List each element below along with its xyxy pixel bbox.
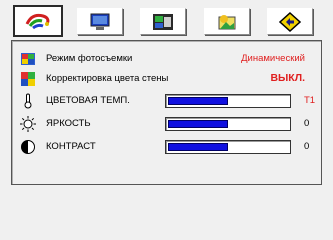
- photo-mode-row[interactable]: Режим фотосъемки Динамический: [12, 49, 323, 69]
- contrast-label: КОНТРАСТ: [46, 141, 96, 152]
- color-swirl-icon: [25, 13, 50, 30]
- brightness-slider-fill: [168, 120, 228, 128]
- sun-icon: [20, 116, 36, 132]
- tab-setup[interactable]: [140, 8, 186, 35]
- tab-picture[interactable]: [204, 8, 250, 35]
- tab-color[interactable]: [13, 5, 63, 37]
- wall-color-label: Корректировка цвета стены: [46, 73, 169, 84]
- brightness-slider[interactable]: [165, 117, 291, 131]
- photo-mode-value: Динамический: [241, 53, 305, 64]
- menu-tabs: [11, 2, 324, 39]
- contrast-slider-fill: [168, 143, 228, 151]
- wall-color-value: ВЫКЛ.: [270, 72, 305, 84]
- color-temp-row[interactable]: ЦВЕТОВАЯ ТЕМП. T1: [12, 91, 323, 111]
- monitor-icon: [90, 13, 110, 30]
- brightness-value: 0: [304, 118, 310, 129]
- tab-info[interactable]: [267, 8, 313, 35]
- color-temp-label: ЦВЕТОВАЯ ТЕМП.: [46, 95, 130, 106]
- thermometer-icon: [24, 93, 32, 109]
- color-temp-value: T1: [304, 95, 316, 106]
- color-temp-slider-fill: [168, 97, 228, 105]
- photo-mode-label: Режим фотосъемки: [46, 53, 133, 64]
- picture-settings-panel: Режим фотосъемки Динамический Корректиро…: [11, 40, 322, 185]
- tab-display[interactable]: [77, 8, 123, 35]
- wall-color-row[interactable]: Корректировка цвета стены ВЫКЛ.: [12, 69, 323, 89]
- contrast-slider[interactable]: [165, 140, 291, 154]
- contrast-icon: [21, 140, 35, 154]
- contrast-row[interactable]: КОНТРАСТ 0: [12, 137, 323, 157]
- color-temp-slider[interactable]: [165, 94, 291, 108]
- contrast-value: 0: [304, 141, 310, 152]
- brightness-row[interactable]: ЯРКОСТЬ 0: [12, 114, 323, 134]
- wall-color-icon: [21, 72, 35, 86]
- picture-sun-icon: [218, 14, 236, 29]
- photo-mode-icon: [21, 53, 35, 65]
- settings-screen-icon: [153, 13, 173, 30]
- brightness-label: ЯРКОСТЬ: [46, 118, 91, 129]
- diamond-arrow-icon: [279, 11, 301, 32]
